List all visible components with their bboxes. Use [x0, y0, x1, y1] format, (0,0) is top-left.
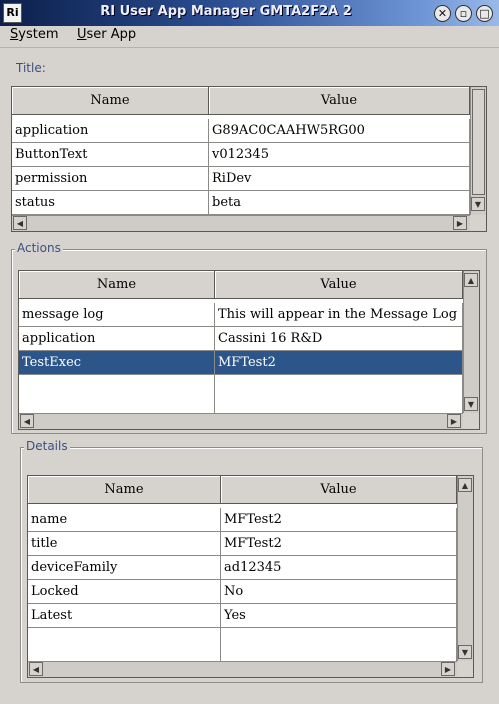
table-cell-value[interactable]: MFTest2 — [221, 508, 457, 532]
table-cell-name[interactable]: Latest — [28, 604, 221, 628]
table-cell-name[interactable]: permission — [12, 167, 209, 191]
table-cell-value[interactable]: This will appear in the Message Log — [215, 303, 463, 327]
table-cell-name[interactable]: message log — [19, 303, 215, 327]
horizontal-scrollbar[interactable]: ◀ ▶ — [19, 413, 463, 429]
table-cell-value[interactable]: beta — [209, 191, 470, 215]
table-cell-name[interactable]: Locked — [28, 580, 221, 604]
title-section-label: Title: — [14, 61, 48, 75]
table-cell-name[interactable]: ButtonText — [12, 143, 209, 167]
scroll-left-icon[interactable]: ◀ — [29, 662, 43, 676]
scroll-down-icon[interactable]: ▼ — [464, 397, 478, 411]
close-icon[interactable]: ✕ — [434, 5, 451, 22]
table-cell-value[interactable]: v012345 — [209, 143, 470, 167]
table-cell-value[interactable]: RiDev — [209, 167, 470, 191]
table-empty-cell[interactable] — [19, 375, 215, 413]
scroll-up-icon[interactable]: ▲ — [464, 273, 478, 287]
table-cell-value[interactable]: Cassini 16 R&D — [215, 327, 463, 351]
table-cell-value[interactable]: No — [221, 580, 457, 604]
table-empty-cell[interactable] — [28, 628, 221, 662]
app-icon[interactable]: Ri — [3, 3, 22, 23]
table-cell-value[interactable]: Yes — [221, 604, 457, 628]
table-cell-name[interactable]: deviceFamily — [28, 556, 221, 580]
scroll-right-icon[interactable]: ▶ — [441, 662, 455, 676]
title-table: Name Value application G89AC0CAAHW5RG00 … — [11, 86, 487, 232]
column-header-value[interactable]: Value — [209, 87, 470, 115]
details-table: Name Value name MFTest2 title MFTest2 de… — [27, 475, 474, 678]
horizontal-scrollbar[interactable]: ◀ ▶ — [28, 661, 457, 677]
title-bar[interactable]: Ri RI User App Manager GMTA2F2A 2 ✕ ▫ □ — [0, 0, 499, 26]
scroll-up-icon[interactable]: ▲ — [458, 478, 472, 492]
scroll-down-icon[interactable]: ▼ — [471, 197, 485, 211]
horizontal-scrollbar[interactable]: ◀ ▶ — [12, 215, 470, 231]
menu-user-app[interactable]: User App — [75, 27, 138, 42]
menu-system[interactable]: System — [8, 27, 61, 42]
scrollbar-corner — [463, 413, 479, 429]
table-cell-value[interactable]: ad12345 — [221, 556, 457, 580]
scrollbar-corner — [470, 215, 486, 231]
scroll-right-icon[interactable]: ▶ — [453, 216, 467, 230]
table-cell-name[interactable]: title — [28, 532, 221, 556]
details-section-label: Details — [24, 439, 70, 453]
scroll-left-icon[interactable]: ◀ — [13, 216, 27, 230]
table-cell-value-selected[interactable]: MFTest2 — [215, 351, 463, 375]
column-header-name[interactable]: Name — [19, 271, 215, 299]
scrollbar-thumb[interactable] — [472, 89, 485, 195]
column-header-name[interactable]: Name — [28, 476, 221, 504]
table-cell-value[interactable]: MFTest2 — [221, 532, 457, 556]
table-cell-name[interactable]: name — [28, 508, 221, 532]
table-cell-value[interactable]: G89AC0CAAHW5RG00 — [209, 119, 470, 143]
table-cell-name[interactable]: application — [19, 327, 215, 351]
table-cell-name[interactable]: application — [12, 119, 209, 143]
column-header-value[interactable]: Value — [215, 271, 463, 299]
vertical-scrollbar[interactable]: ▲ ▼ — [463, 271, 479, 413]
window-title: RI User App Manager GMTA2F2A 2 — [100, 4, 352, 19]
minimize-icon[interactable]: ▫ — [455, 5, 472, 22]
actions-section-label: Actions — [15, 241, 63, 255]
maximize-icon[interactable]: □ — [476, 5, 493, 22]
table-empty-cell[interactable] — [215, 375, 463, 413]
scroll-down-icon[interactable]: ▼ — [458, 645, 472, 659]
scroll-left-icon[interactable]: ◀ — [20, 414, 34, 428]
actions-table: Name Value message log This will appear … — [18, 270, 480, 430]
table-empty-cell[interactable] — [221, 628, 457, 662]
scroll-right-icon[interactable]: ▶ — [447, 414, 461, 428]
vertical-scrollbar[interactable]: ▲ ▼ — [457, 476, 473, 661]
column-header-name[interactable]: Name — [12, 87, 209, 115]
menu-bar: System User App — [0, 26, 499, 48]
vertical-scrollbar[interactable]: ▼ — [470, 87, 486, 215]
scrollbar-corner — [457, 661, 473, 677]
column-header-value[interactable]: Value — [221, 476, 457, 504]
table-cell-name[interactable]: status — [12, 191, 209, 215]
table-cell-name-selected[interactable]: TestExec — [19, 351, 215, 375]
